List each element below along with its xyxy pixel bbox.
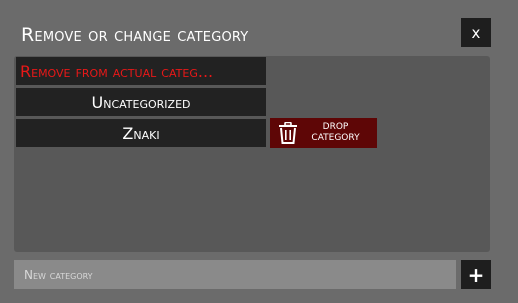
drop-category-line1: DROP [322, 122, 349, 132]
drop-category-button[interactable]: DROP CATEGORY [270, 118, 377, 148]
trash-icon [278, 122, 298, 144]
add-category-button[interactable]: + [461, 260, 491, 289]
close-button[interactable]: x [461, 18, 491, 47]
category-item-uncategorized[interactable]: Uncategorized [16, 88, 266, 116]
change-category-dialog: Remove or change category x Remove from … [0, 0, 518, 303]
dialog-title: Remove or change category [21, 24, 249, 46]
drop-category-label: DROP CATEGORY [298, 122, 377, 144]
new-category-input[interactable] [14, 260, 456, 289]
category-item-znaki[interactable]: Znaki [16, 119, 266, 147]
remove-from-category-item[interactable]: Remove from actual categ... [16, 57, 266, 85]
drop-category-line2: CATEGORY [311, 133, 360, 143]
category-list-panel: Remove from actual categ... Uncategorize… [14, 56, 490, 252]
